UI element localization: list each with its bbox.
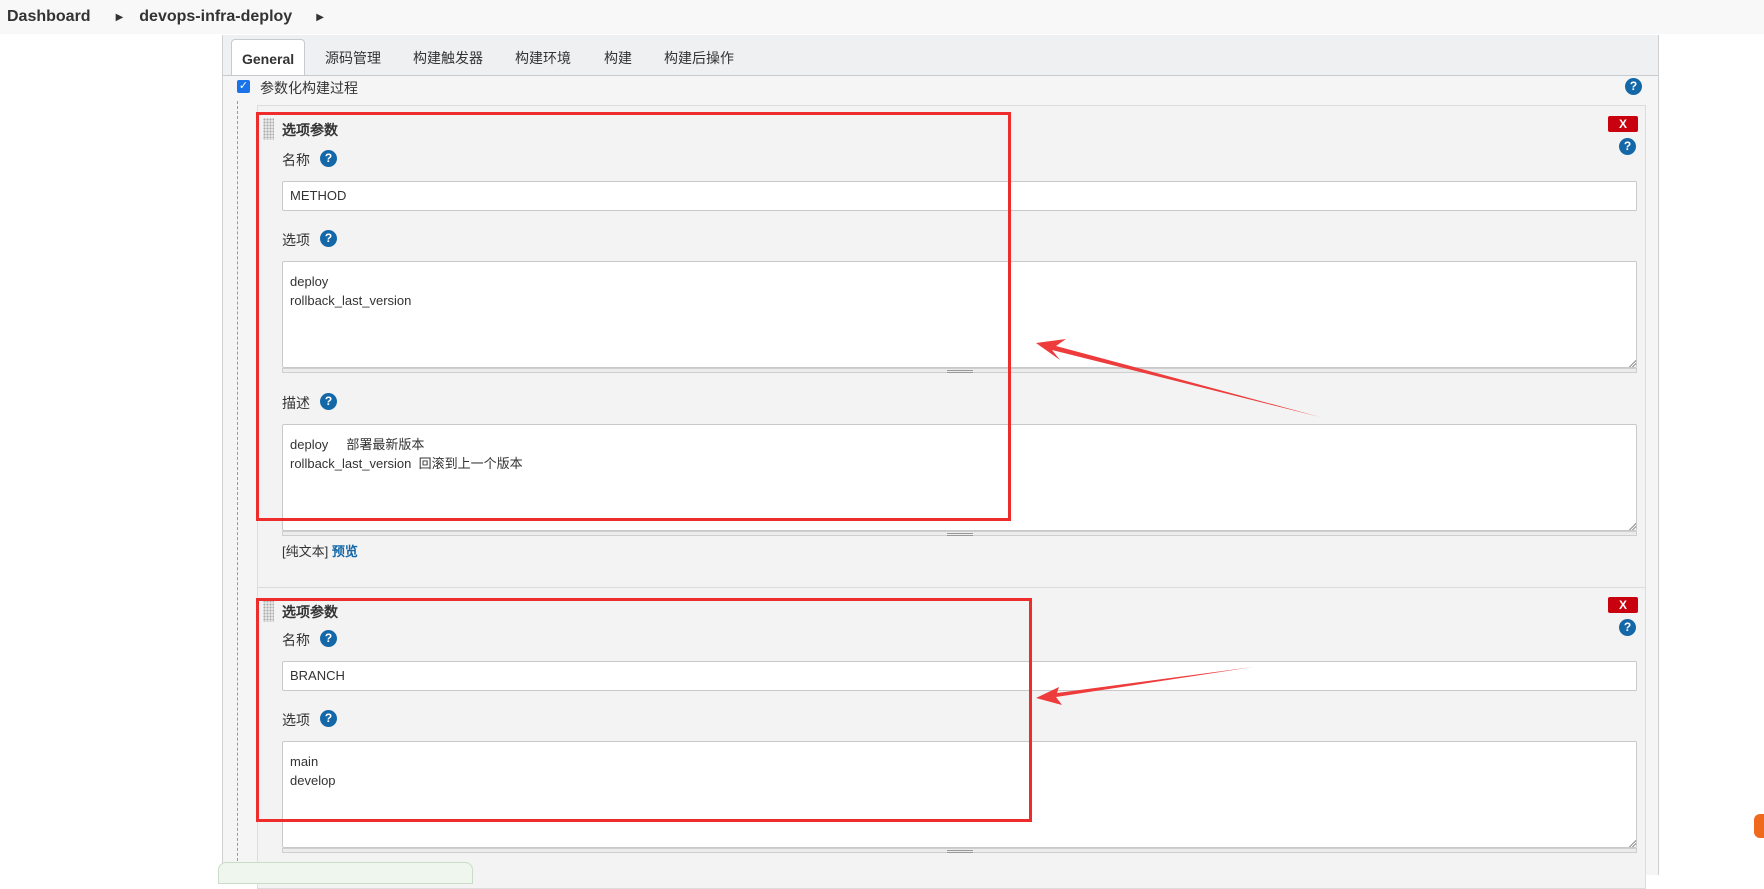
annotation-arrow-icon xyxy=(1036,667,1253,705)
annotation-arrow-icon xyxy=(1036,339,1320,417)
side-widget-icon[interactable] xyxy=(1754,814,1764,838)
bottom-action-bar xyxy=(218,862,473,884)
annotation-arrows xyxy=(1036,339,1320,705)
